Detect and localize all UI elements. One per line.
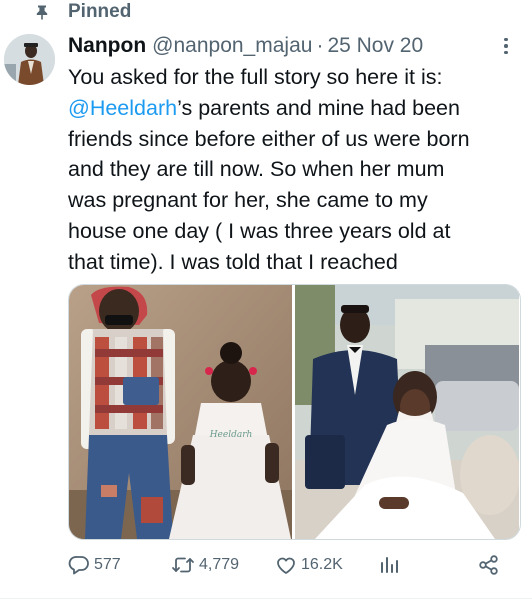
tweet-header: Nanpon @nanpon_majau · 25 Nov 20 bbox=[68, 31, 520, 61]
author-handle[interactable]: @nanpon_majau bbox=[152, 34, 312, 58]
reply-bubble-icon bbox=[68, 556, 89, 575]
tweet-text: You asked for the full story so here it … bbox=[68, 62, 528, 278]
tweet-text-line: friends since before either of us were b… bbox=[68, 126, 470, 151]
tweet-media: Heeldarh bbox=[68, 284, 521, 540]
like-count: 16.2K bbox=[301, 556, 343, 573]
wedding-photo[interactable] bbox=[295, 285, 519, 539]
tweet-text-line: was pregnant for her, she came to my bbox=[68, 188, 428, 213]
retweet-button[interactable]: 4,779 bbox=[171, 550, 239, 580]
pinned-label: Pinned bbox=[68, 1, 132, 22]
share-button[interactable] bbox=[478, 550, 500, 580]
tweet-date[interactable]: 25 Nov 20 bbox=[327, 34, 423, 58]
tweet-actions: 577 4,779 16.2K bbox=[68, 550, 508, 580]
author-name[interactable]: Nanpon bbox=[68, 34, 146, 58]
pin-icon bbox=[36, 5, 48, 20]
heart-icon bbox=[277, 557, 295, 574]
tweet-text-line: and they are till now. So when her mum bbox=[68, 157, 445, 182]
pinned-indicator: Pinned bbox=[34, 0, 131, 24]
header-separator: · bbox=[316, 34, 324, 57]
share-icon bbox=[479, 555, 498, 575]
avatar[interactable] bbox=[4, 34, 55, 85]
analytics-bars-icon bbox=[381, 557, 398, 573]
tweet-text-line: You asked for the full story so here it … bbox=[68, 65, 443, 89]
tweet-text-line: house one day ( I was three years old at bbox=[68, 218, 451, 243]
more-options-button[interactable] bbox=[496, 35, 516, 57]
retweet-icon bbox=[172, 557, 194, 573]
mention-link[interactable]: @Heeldarh bbox=[68, 96, 177, 120]
tweet-text-line: @Heeldarh’s parents and mine had been bbox=[68, 93, 528, 124]
tweet-text-line: that time). I was told that I reached bbox=[68, 249, 398, 274]
retweet-count: 4,779 bbox=[199, 556, 240, 573]
views-button[interactable] bbox=[378, 550, 400, 580]
reply-button[interactable]: 577 bbox=[68, 550, 121, 580]
more-dots-icon bbox=[504, 37, 508, 42]
childhood-photo[interactable]: Heeldarh bbox=[69, 285, 292, 539]
dress-caption: Heeldarh bbox=[209, 430, 253, 440]
like-button[interactable]: 16.2K bbox=[275, 550, 343, 580]
reply-count: 577 bbox=[94, 556, 121, 573]
tweet-text-fragment: ’s parents and mine had been bbox=[177, 95, 460, 120]
